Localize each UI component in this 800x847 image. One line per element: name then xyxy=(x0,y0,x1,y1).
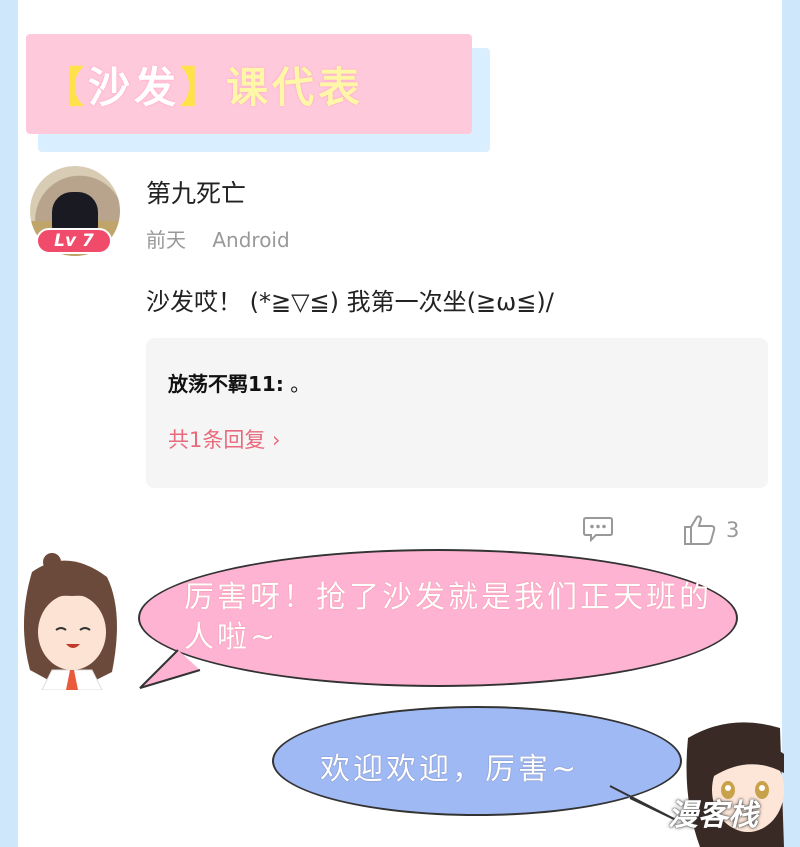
banner-bracket-open: 【 xyxy=(42,62,89,112)
avatar-figure xyxy=(52,192,98,232)
banner-word: 沙发 xyxy=(88,62,181,112)
banner-suffix: 课代表 xyxy=(226,62,365,112)
speech-text-blue: 欢迎欢迎，厉害~ xyxy=(320,752,580,787)
level-badge: Lv 7 xyxy=(36,228,112,254)
comment-icon[interactable] xyxy=(583,516,613,542)
comment-content: 沙发哎！ (*≧▽≦) 我第一次坐(≧ω≦)/ xyxy=(146,288,554,316)
like-count: 3 xyxy=(726,518,740,542)
reply-preview-box[interactable]: 放荡不羁11: 。 共1条回复 › xyxy=(146,338,768,488)
comment-platform: Android xyxy=(212,228,290,252)
reply-preview-line: 放荡不羁11: 。 xyxy=(168,368,310,397)
thumbs-up-icon[interactable] xyxy=(683,514,717,546)
speech-text-pink: 厉害呀！抢了沙发就是我们正天班的人啦~ xyxy=(184,580,712,655)
comment-meta: 前天 Android xyxy=(146,224,290,253)
banner-bracket-close: 】 xyxy=(180,62,227,112)
view-replies-link[interactable]: 共1条回复 › xyxy=(168,424,280,454)
right-decor-strip xyxy=(782,0,800,847)
girl-character-left xyxy=(23,553,117,690)
reply-text: 。 xyxy=(290,372,311,396)
reply-author: 放荡不羁11: xyxy=(168,372,284,396)
left-decor-strip xyxy=(0,0,18,847)
comment-time: 前天 xyxy=(146,228,186,252)
username[interactable]: 第九死亡 xyxy=(146,174,246,210)
reply-count-label: 共1条回复 xyxy=(168,428,266,452)
banner-title: 【沙发】课代表 xyxy=(42,54,364,115)
chevron-right-icon: › xyxy=(265,428,281,452)
watermark-logo: 漫客栈 xyxy=(668,798,758,833)
header-banner: 【沙发】课代表 xyxy=(26,34,472,134)
